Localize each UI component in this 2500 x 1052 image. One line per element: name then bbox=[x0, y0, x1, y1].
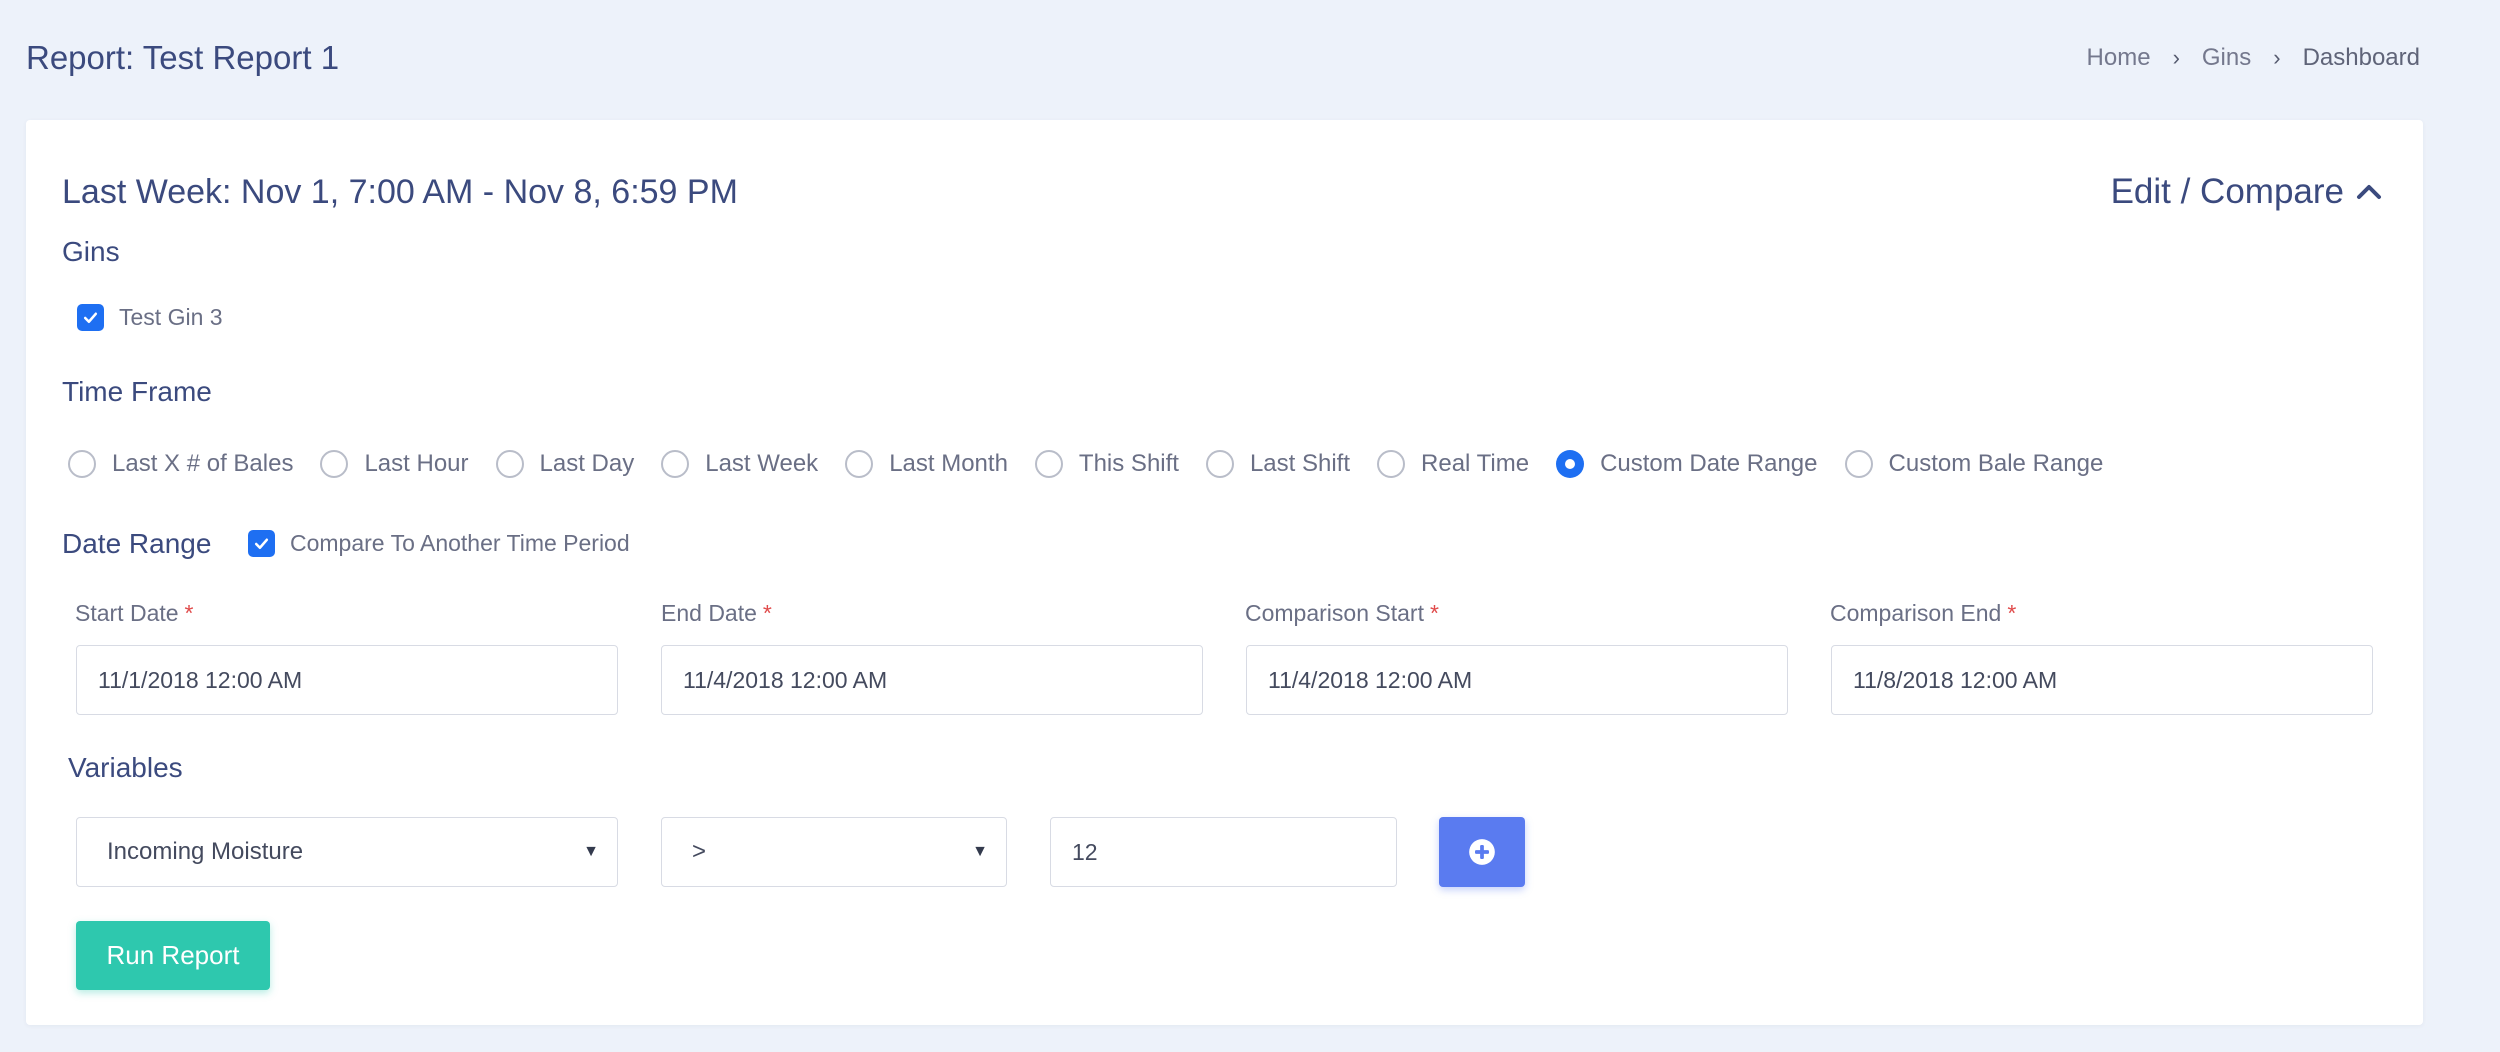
check-icon bbox=[254, 538, 269, 550]
plus-circle-icon bbox=[1469, 839, 1495, 865]
radio-real-time[interactable]: Real Time bbox=[1377, 450, 1529, 478]
page-header: Report: Test Report 1 Home › Gins › Dash… bbox=[26, 34, 2420, 82]
radio-label: Last Hour bbox=[364, 450, 469, 477]
required-mark: * bbox=[1429, 600, 1439, 626]
radio-label: Custom Bale Range bbox=[1888, 450, 2104, 477]
radio-last-week[interactable]: Last Week bbox=[661, 450, 818, 478]
time-frame-label: Time Frame bbox=[62, 376, 212, 407]
radio-last-shift[interactable]: Last Shift bbox=[1205, 450, 1351, 478]
gin-checkbox[interactable] bbox=[77, 304, 104, 331]
start-date-label: Start Date * bbox=[75, 600, 194, 627]
radio-label: Real Time bbox=[1421, 450, 1530, 477]
radio-last-day[interactable]: Last Day bbox=[495, 450, 635, 478]
caret-down-icon: ▼ bbox=[972, 843, 988, 860]
chevron-right-icon: › bbox=[2273, 45, 2281, 70]
check-icon bbox=[83, 312, 98, 324]
radio-button[interactable] bbox=[1034, 450, 1063, 478]
breadcrumb-gins[interactable]: Gins bbox=[2202, 44, 2251, 72]
start-date-label-text: Start Date bbox=[75, 600, 179, 626]
radio-button[interactable] bbox=[1205, 450, 1234, 478]
comparison-start-input[interactable]: 11/4/2018 12:00 AM bbox=[1246, 645, 1788, 715]
edit-compare-label: Edit / Compare bbox=[2110, 172, 2344, 211]
date-range-label: Date Range bbox=[62, 528, 212, 559]
operator-select[interactable]: > ▼ bbox=[661, 817, 1007, 887]
compare-checkbox-label: Compare To Another Time Period bbox=[290, 530, 630, 556]
time-frame-options: Last X # of Bales Last Hour Last Day Las… bbox=[68, 450, 2130, 478]
required-mark: * bbox=[762, 600, 772, 626]
compare-checkbox[interactable] bbox=[248, 530, 275, 557]
radio-dot bbox=[1565, 459, 1576, 469]
radio-button[interactable] bbox=[661, 450, 690, 478]
operator-select-value: > bbox=[692, 838, 707, 865]
comparison-end-input[interactable]: 11/8/2018 12:00 AM bbox=[1831, 645, 2373, 715]
radio-button[interactable] bbox=[845, 450, 874, 478]
chevron-right-icon: › bbox=[2172, 45, 2180, 70]
radio-button[interactable] bbox=[68, 450, 96, 478]
radio-label: Last Shift bbox=[1249, 450, 1351, 477]
radio-last-hour[interactable]: Last Hour bbox=[320, 450, 469, 478]
breadcrumb-dashboard: Dashboard bbox=[2302, 44, 2420, 71]
radio-this-shift[interactable]: This Shift bbox=[1034, 450, 1179, 478]
radio-last-x-bales[interactable]: Last X # of Bales bbox=[68, 450, 293, 478]
comparison-start-label-text: Comparison Start bbox=[1245, 600, 1424, 626]
variable-value-input[interactable]: 12 bbox=[1050, 817, 1397, 887]
add-variable-button[interactable] bbox=[1439, 817, 1525, 887]
radio-button[interactable] bbox=[320, 450, 349, 478]
radio-button[interactable] bbox=[1844, 450, 1873, 478]
date-range-title: Last Week: Nov 1, 7:00 AM - Nov 8, 6:59 … bbox=[62, 172, 738, 211]
report-card: Last Week: Nov 1, 7:00 AM - Nov 8, 6:59 … bbox=[26, 120, 2423, 1025]
run-report-button[interactable]: Run Report bbox=[76, 921, 270, 990]
gins-label: Gins bbox=[62, 236, 120, 267]
end-date-input[interactable]: 11/4/2018 12:00 AM bbox=[661, 645, 1203, 715]
required-mark: * bbox=[184, 600, 194, 626]
breadcrumb-home[interactable]: Home bbox=[2087, 44, 2151, 72]
required-mark: * bbox=[2007, 600, 2017, 626]
start-date-input[interactable]: 11/1/2018 12:00 AM bbox=[76, 645, 618, 715]
compare-checkbox-row[interactable]: Compare To Another Time Period bbox=[248, 530, 630, 557]
gin-checkbox-label: Test Gin 3 bbox=[119, 304, 223, 330]
edit-compare-toggle[interactable]: Edit / Compare bbox=[2111, 172, 2384, 212]
radio-label: Last Day bbox=[539, 450, 635, 477]
radio-label: This Shift bbox=[1078, 450, 1179, 477]
radio-button[interactable] bbox=[1377, 450, 1406, 478]
comparison-start-label: Comparison Start * bbox=[1245, 600, 1439, 627]
card-header: Last Week: Nov 1, 7:00 AM - Nov 8, 6:59 … bbox=[62, 172, 2384, 212]
gin-checkbox-row[interactable]: Test Gin 3 bbox=[77, 304, 223, 331]
radio-last-month[interactable]: Last Month bbox=[845, 450, 1008, 478]
variables-label: Variables bbox=[68, 752, 183, 783]
end-date-label-text: End Date bbox=[661, 600, 757, 626]
breadcrumb: Home › Gins › Dashboard bbox=[2087, 44, 2420, 72]
variable-select-value: Incoming Moisture bbox=[107, 838, 304, 865]
radio-label: Custom Date Range bbox=[1600, 450, 1818, 477]
radio-custom-date-range[interactable]: Custom Date Range bbox=[1556, 450, 1818, 478]
page-title: Report: Test Report 1 bbox=[26, 39, 340, 76]
radio-label: Last X # of Bales bbox=[112, 450, 294, 477]
end-date-label: End Date * bbox=[661, 600, 772, 627]
radio-button-selected[interactable] bbox=[1556, 450, 1585, 478]
radio-label: Last Week bbox=[705, 450, 819, 477]
radio-button[interactable] bbox=[495, 450, 524, 478]
chevron-up-icon bbox=[2357, 185, 2381, 199]
caret-down-icon: ▼ bbox=[583, 843, 599, 860]
radio-custom-bale-range[interactable]: Custom Bale Range bbox=[1844, 450, 2104, 478]
comparison-end-label-text: Comparison End bbox=[1830, 600, 2002, 626]
radio-label: Last Month bbox=[889, 450, 1008, 477]
variable-select[interactable]: Incoming Moisture ▼ bbox=[76, 817, 618, 887]
comparison-end-label: Comparison End * bbox=[1830, 600, 2016, 627]
